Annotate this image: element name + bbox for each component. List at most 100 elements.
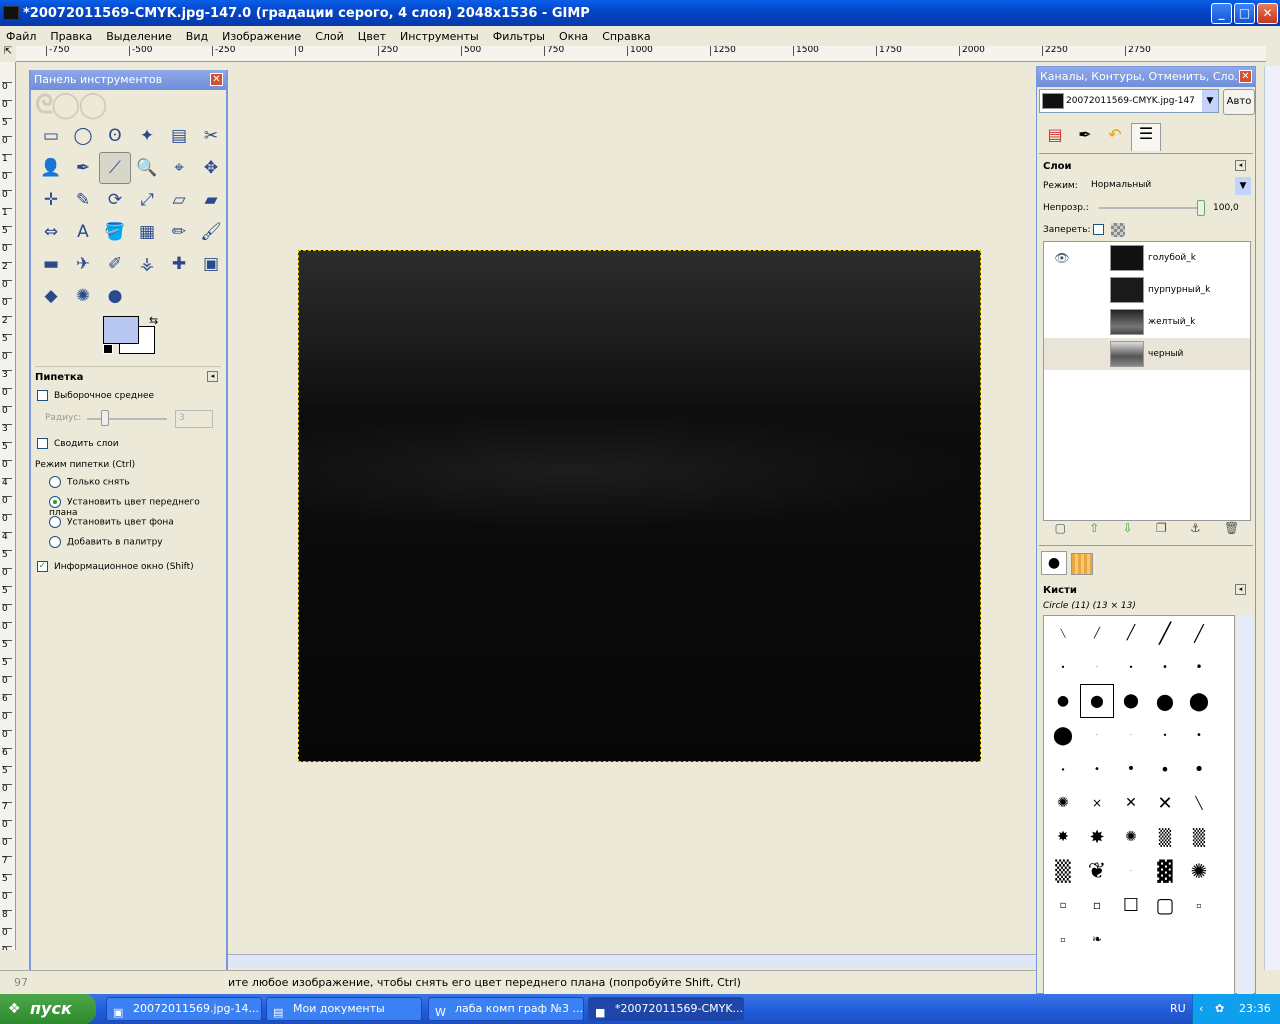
tab-paths[interactable]: ✒ xyxy=(1071,125,1099,151)
image-select-dropdown[interactable]: 20072011569-CMYK.jpg-147 ▼ xyxy=(1039,89,1219,113)
brush-item[interactable]: ╱ xyxy=(1080,616,1114,650)
eraser-tool-icon[interactable]: ▬ xyxy=(35,248,67,280)
taskbar-item[interactable]: Wлаба комп граф №3 ... xyxy=(428,997,584,1021)
brushes-scrollbar[interactable] xyxy=(1237,615,1253,995)
clone-tool-icon[interactable]: ⚶ xyxy=(131,248,163,280)
taskbar-item[interactable]: ▤ Мои документы xyxy=(266,997,422,1021)
menu-view[interactable]: Вид xyxy=(186,30,208,43)
delete-layer-icon[interactable]: 🗑 xyxy=(1224,521,1239,541)
brush-item[interactable]: · xyxy=(1080,650,1114,684)
lock-pixels-checkbox[interactable] xyxy=(1093,224,1104,235)
mode-set-background-radio[interactable]: Установить цвет фона xyxy=(49,516,174,528)
maximize-button[interactable]: □ xyxy=(1234,3,1255,24)
menu-tools[interactable]: Инструменты xyxy=(400,30,479,43)
zoom-tool-icon[interactable]: 🔍 xyxy=(131,152,163,184)
brush-item[interactable]: ✕ xyxy=(1114,786,1148,820)
brush-item[interactable]: ❧ xyxy=(1080,922,1114,956)
swap-colors-icon[interactable]: ⇆ xyxy=(149,314,158,327)
menu-filters[interactable]: Фильтры xyxy=(493,30,545,43)
brush-item[interactable]: · xyxy=(1114,854,1148,888)
brush-item[interactable]: ╱ xyxy=(1182,616,1216,650)
language-indicator[interactable]: RU xyxy=(1170,1002,1186,1015)
brush-item[interactable]: ▫ xyxy=(1080,888,1114,922)
brush-item[interactable]: • xyxy=(1046,650,1080,684)
sample-merged-checkbox[interactable]: Сводить слои xyxy=(37,438,119,449)
brush-item[interactable]: ▒ xyxy=(1182,820,1216,854)
rect-select-tool-icon[interactable]: ▭ xyxy=(35,120,67,152)
brush-item[interactable]: ▫ xyxy=(1182,888,1216,922)
minimize-button[interactable]: _ xyxy=(1211,3,1232,24)
radius-spinbox[interactable]: 3 xyxy=(175,410,213,428)
brush-item[interactable]: ☐ xyxy=(1114,888,1148,922)
menu-image[interactable]: Изображение xyxy=(222,30,301,43)
start-button[interactable]: ❖ пуск xyxy=(0,994,96,1024)
vertical-scrollbar[interactable] xyxy=(1264,66,1280,970)
brush-item[interactable]: ✸ xyxy=(1080,820,1114,854)
default-colors-icon[interactable] xyxy=(103,344,113,354)
pencil-tool-icon[interactable]: ✏ xyxy=(163,216,195,248)
airbrush-tool-icon[interactable]: ✈ xyxy=(67,248,99,280)
brush-item[interactable]: ▒ xyxy=(1148,820,1182,854)
tray-app-icon[interactable]: ✿ xyxy=(1215,994,1224,1024)
opacity-slider-track[interactable] xyxy=(1099,207,1203,209)
blend-tool-icon[interactable]: ▦ xyxy=(131,216,163,248)
color-select-tool-icon[interactable]: ▤ xyxy=(163,120,195,152)
brush-item[interactable]: ✺ xyxy=(1114,820,1148,854)
brushes-menu-icon[interactable]: ◂ xyxy=(1235,584,1246,595)
radius-slider-handle[interactable] xyxy=(101,410,109,426)
perspective-clone-tool-icon[interactable]: ▣ xyxy=(195,248,227,280)
brush-item[interactable]: • xyxy=(1182,752,1216,786)
flip-tool-icon[interactable]: ⇔ xyxy=(35,216,67,248)
sample-average-checkbox[interactable]: Выборочное среднее xyxy=(37,390,154,401)
radius-slider-track[interactable] xyxy=(87,418,167,420)
foreground-color-swatch[interactable] xyxy=(103,316,139,344)
brush-item[interactable]: ✺ xyxy=(1046,786,1080,820)
bucket-fill-tool-icon[interactable]: 🪣 xyxy=(99,216,131,248)
brush-item[interactable]: ⬤ xyxy=(1080,684,1114,718)
taskbar-item[interactable]: ▣ 20072011569.jpg-14... xyxy=(106,997,262,1021)
brush-item[interactable]: • xyxy=(1114,752,1148,786)
auto-button[interactable]: Авто xyxy=(1223,89,1255,115)
mode-set-foreground-radio[interactable]: Установить цвет переднего плана xyxy=(49,496,226,518)
fuzzy-select-tool-icon[interactable]: ✦ xyxy=(131,120,163,152)
ink-tool-icon[interactable]: ✐ xyxy=(99,248,131,280)
taskbar-item-active[interactable]: ■ *20072011569-CMYK.... xyxy=(588,997,744,1021)
brush-item[interactable]: · xyxy=(1114,718,1148,752)
brush-item[interactable]: ✸ xyxy=(1046,820,1080,854)
align-tool-icon[interactable]: ✛ xyxy=(35,184,67,216)
tool-options-menu-icon[interactable]: ◂ xyxy=(207,371,218,382)
horizontal-scrollbar[interactable] xyxy=(228,954,1036,968)
ellipse-select-tool-icon[interactable]: ◯ xyxy=(67,120,99,152)
menu-color[interactable]: Цвет xyxy=(358,30,386,43)
zoom-value[interactable]: 97 xyxy=(14,971,28,995)
new-layer-icon[interactable]: ▢ xyxy=(1055,521,1066,541)
brush-item[interactable]: ╱ xyxy=(1114,616,1148,650)
layer-mode-select[interactable]: Нормальный ▼ xyxy=(1087,177,1251,195)
free-select-tool-icon[interactable]: ʘ xyxy=(99,120,131,152)
menu-edit[interactable]: Правка xyxy=(50,30,92,43)
mode-pick-only-radio[interactable]: Только снять xyxy=(49,476,130,488)
duplicate-layer-icon[interactable]: ❐ xyxy=(1156,521,1167,541)
tab-undo[interactable]: ↶ xyxy=(1101,125,1129,151)
tab-channels[interactable]: ▤ xyxy=(1041,125,1069,151)
scissors-tool-icon[interactable]: ✂ xyxy=(195,120,227,152)
brush-item[interactable]: ▢ xyxy=(1148,888,1182,922)
layers-menu-icon[interactable]: ◂ xyxy=(1235,160,1246,171)
menu-windows[interactable]: Окна xyxy=(559,30,588,43)
convolve-tool-icon[interactable]: ✺ xyxy=(67,280,99,312)
horizontal-ruler[interactable]: -750 -500 -250 0 250 500 750 1000 1250 1500 1750 20… xyxy=(16,46,1266,62)
brush-item[interactable]: ❦ xyxy=(1080,854,1114,888)
brush-item[interactable]: ✕ xyxy=(1148,786,1182,820)
brush-item[interactable]: ⬤ xyxy=(1148,684,1182,718)
brush-item[interactable]: • xyxy=(1114,650,1148,684)
brush-item[interactable]: • xyxy=(1148,718,1182,752)
dock-close-icon[interactable]: ✕ xyxy=(1239,70,1252,83)
brush-item[interactable]: • xyxy=(1148,650,1182,684)
brush-item[interactable]: • xyxy=(1080,752,1114,786)
chevron-down-icon[interactable]: ▼ xyxy=(1202,90,1218,112)
opacity-slider-handle[interactable] xyxy=(1197,200,1205,216)
layer-row-selected[interactable]: черный xyxy=(1044,338,1250,370)
brush-item[interactable]: • xyxy=(1182,718,1216,752)
brush-item[interactable]: ▫ xyxy=(1046,922,1080,956)
brush-item[interactable]: ⬤ xyxy=(1114,684,1148,718)
